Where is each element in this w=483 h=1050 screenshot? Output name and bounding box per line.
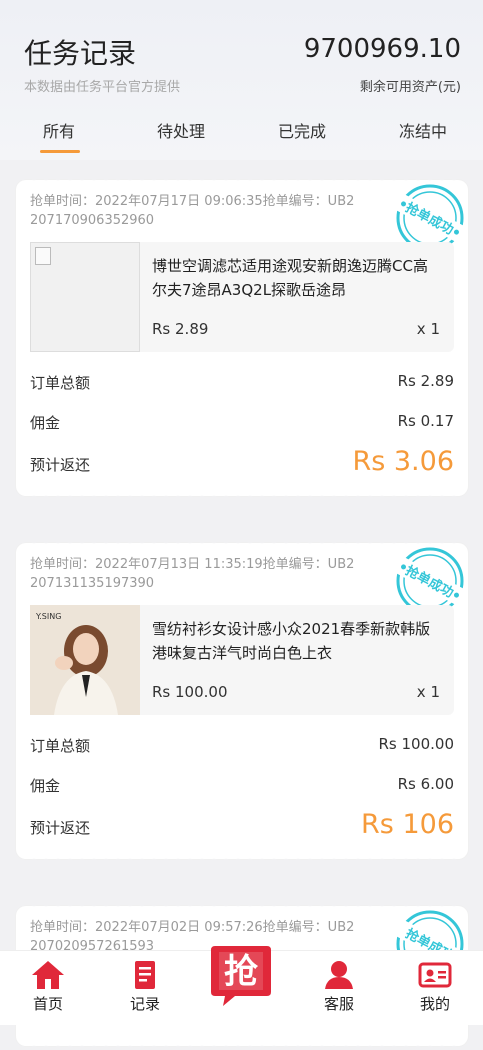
order-total-label: 订单总额 [30, 374, 91, 392]
product-price: Rs 100.00 [152, 683, 228, 701]
customer-service-icon [325, 961, 353, 989]
expected-return-value: Rs 106 [361, 809, 454, 840]
product-image: Y.SING [30, 605, 140, 715]
status-tabs: 所有 待处理 已完成 冻结中 [0, 110, 483, 154]
product-qty: x 1 [416, 320, 440, 338]
commission-label: 佣金 [30, 777, 61, 795]
order-total-row: 订单总额 Rs 2.89 [30, 372, 454, 393]
profile-card-icon [418, 962, 452, 988]
balance-value: 9700969.10 [303, 34, 461, 64]
product-name: 雪纺衬衫女设计感小众2021春季新款韩版港味复古洋气时尚白色上衣 [152, 620, 431, 662]
nav-records-label: 记录 [129, 995, 160, 1013]
order-meta: 抢单时间：2022年07月17日 09:06:35抢单编号：UB22071709… [30, 194, 355, 228]
expected-return-value: Rs 3.06 [352, 446, 454, 477]
model-photo-icon: Y.SING [30, 605, 140, 715]
order-total-value: Rs 100.00 [378, 735, 455, 753]
nav-service-label: 客服 [323, 995, 354, 1013]
nav-mine-label: 我的 [419, 995, 450, 1013]
commission-label: 佣金 [30, 414, 61, 432]
commission-row: 佣金 Rs 6.00 [30, 775, 454, 796]
grab-icon: 抢 [211, 946, 271, 1006]
nav-records[interactable]: 记录 [105, 959, 185, 1014]
commission-value: Rs 0.17 [397, 412, 454, 430]
grab-label: 抢 [224, 952, 259, 992]
expected-return-label: 预计返还 [30, 819, 91, 837]
page-title: 任务记录 [24, 37, 137, 70]
tab-completed[interactable]: 已完成 [257, 118, 347, 142]
product-row[interactable]: Y.SING 雪纺衬衫女设计感小众2021春季新款韩版港味复古洋气时尚白色上衣 … [30, 605, 454, 715]
expected-return-label: 预计返还 [30, 456, 91, 474]
order-meta: 抢单时间：2022年07月13日 11:35:19抢单编号：UB22071311… [30, 557, 355, 591]
page-subtitle: 本数据由任务平台官方提供 [24, 80, 181, 95]
order-total-label: 订单总额 [30, 737, 91, 755]
thumb-brand: Y.SING [35, 612, 61, 621]
commission-value: Rs 6.00 [397, 775, 454, 793]
order-total-row: 订单总额 Rs 100.00 [30, 735, 454, 756]
product-price: Rs 2.89 [152, 320, 209, 338]
expected-return-row: 预计返还 Rs 3.06 [30, 446, 454, 477]
expected-return-row: 预计返还 Rs 106 [30, 809, 454, 840]
tab-pending[interactable]: 待处理 [136, 118, 226, 142]
broken-image-icon [35, 247, 51, 265]
order-total-value: Rs 2.89 [397, 372, 454, 390]
product-name: 博世空调滤芯适用途观安新朗逸迈腾CC高尔夫7途昂A3Q2L探歌岳途昂 [152, 257, 428, 299]
nav-mine[interactable]: 我的 [395, 959, 475, 1014]
page-header: 任务记录 本数据由任务平台官方提供 9700969.10 剩余可用资产(元) 所… [0, 0, 483, 160]
nav-service[interactable]: 客服 [299, 959, 379, 1014]
balance-label: 剩余可用资产(元) [359, 80, 461, 95]
product-row[interactable]: 博世空调滤芯适用途观安新朗逸迈腾CC高尔夫7途昂A3Q2L探歌岳途昂 Rs 2.… [30, 242, 454, 352]
grab-order-button[interactable]: 抢 [205, 938, 277, 1010]
order-card[interactable]: 抢单时间：2022年07月17日 09:06:35抢单编号：UB22071709… [16, 176, 468, 500]
order-card[interactable]: 抢单时间：2022年07月13日 11:35:19抢单编号：UB22071311… [16, 539, 468, 863]
commission-row: 佣金 Rs 0.17 [30, 412, 454, 433]
product-qty: x 1 [416, 683, 440, 701]
home-icon [32, 961, 64, 989]
nav-home-label: 首页 [32, 995, 63, 1013]
tab-all[interactable]: 所有 [14, 118, 104, 153]
nav-home[interactable]: 首页 [8, 959, 88, 1014]
product-image [30, 242, 140, 352]
records-icon [135, 961, 155, 989]
tab-frozen[interactable]: 冻结中 [378, 118, 468, 142]
